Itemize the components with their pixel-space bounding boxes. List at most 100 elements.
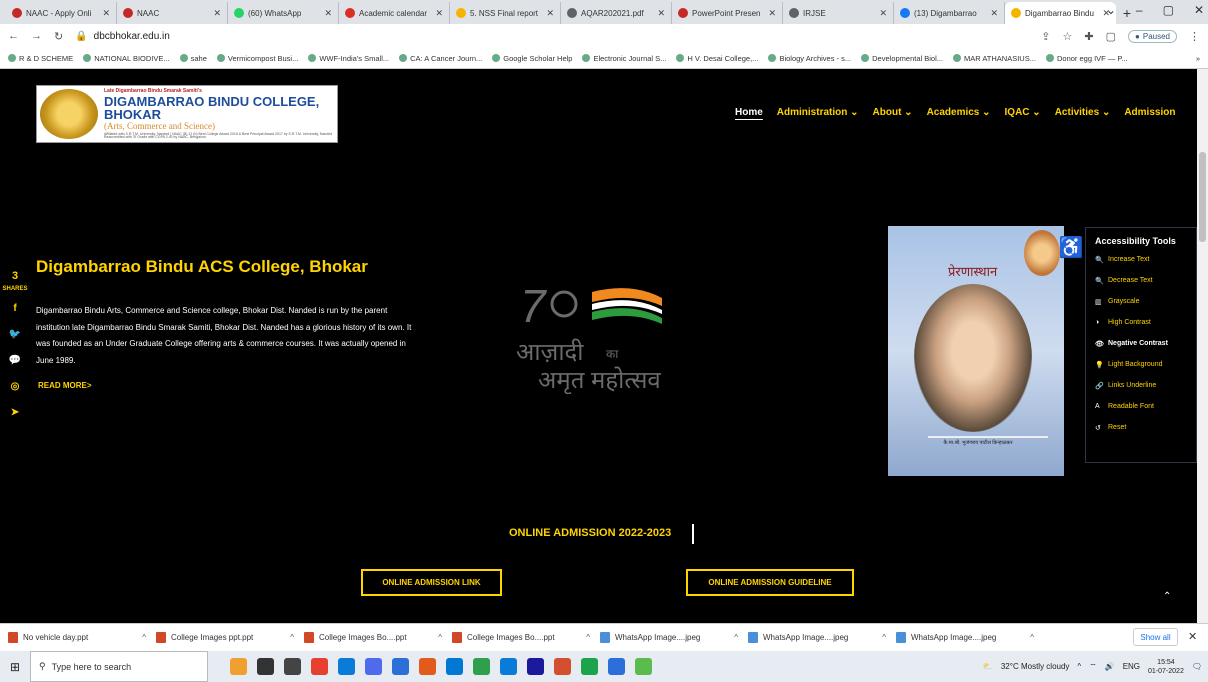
forward-icon[interactable]: →: [31, 30, 42, 42]
scroll-to-top-icon[interactable]: ⌃: [1163, 591, 1171, 602]
download-options-chevron-icon[interactable]: ^: [882, 633, 886, 642]
download-item[interactable]: College Images ppt.ppt ^: [156, 632, 304, 643]
taskbar-app-icon[interactable]: [257, 658, 274, 675]
download-options-chevron-icon[interactable]: ^: [1030, 633, 1034, 642]
download-item[interactable]: WhatsApp Image....jpeg ^: [896, 632, 1044, 643]
bookmark-item[interactable]: Donor egg IVF — P...: [1045, 54, 1128, 63]
menu-icon[interactable]: ⋮: [1189, 30, 1200, 43]
nav-item-about[interactable]: About ⌄: [873, 107, 913, 118]
windows-start-icon[interactable]: ⊞: [0, 651, 30, 682]
accessibility-option-high-contrast[interactable]: ◑ High Contrast: [1095, 319, 1196, 340]
tab-close-icon[interactable]: ✕: [102, 8, 110, 19]
messenger-icon[interactable]: 💬: [0, 347, 30, 373]
browser-tab[interactable]: NAAC ✕: [117, 2, 228, 24]
download-item[interactable]: No vehicle day.ppt ^: [8, 632, 156, 643]
nav-item-admission[interactable]: Admission: [1124, 107, 1175, 118]
taskbar-app-icon[interactable]: [284, 658, 301, 675]
clock[interactable]: 15:54 01-07-2022: [1148, 658, 1184, 676]
bookmark-item[interactable]: CA: A Cancer Journ...: [399, 54, 482, 63]
bookmarks-more-icon[interactable]: »: [1196, 54, 1200, 63]
bookmark-item[interactable]: Biology Archives - s...: [768, 54, 851, 63]
tray-chevron-icon[interactable]: ^: [1077, 662, 1081, 671]
browser-tab[interactable]: (13) Digambarrao ✕: [894, 2, 1005, 24]
tab-close-icon[interactable]: ✕: [657, 8, 665, 19]
download-options-chevron-icon[interactable]: ^: [142, 633, 146, 642]
download-options-chevron-icon[interactable]: ^: [290, 633, 294, 642]
nav-item-iqac[interactable]: IQAC ⌄: [1005, 107, 1041, 118]
taskbar-app-icon[interactable]: [230, 658, 247, 675]
scrollbar-thumb[interactable]: [1199, 152, 1206, 242]
taskbar-app-icon[interactable]: [338, 658, 355, 675]
bookmark-item[interactable]: H V. Desai College,...: [676, 54, 758, 63]
browser-tab[interactable]: NAAC - Apply Onli ✕: [6, 2, 117, 24]
tab-close-icon[interactable]: ✕: [879, 8, 887, 19]
extensions-icon[interactable]: ✚: [1084, 30, 1093, 43]
accessibility-option-negative-contrast[interactable]: 👁 Negative Contrast: [1095, 340, 1196, 361]
browser-tab[interactable]: AQAR202021.pdf ✕: [561, 2, 672, 24]
weather-text[interactable]: 32°C Mostly cloudy: [1001, 662, 1070, 671]
browser-tab[interactable]: Digambarrao Bindu ✕: [1005, 2, 1116, 24]
accessibility-icon[interactable]: ♿: [1057, 233, 1085, 261]
taskbar-app-icon[interactable]: [608, 658, 625, 675]
twitter-icon[interactable]: 🐦: [0, 321, 30, 347]
nav-item-home[interactable]: Home: [735, 107, 763, 118]
sidepanel-icon[interactable]: ▢: [1106, 30, 1116, 43]
close-downloads-icon[interactable]: ✕: [1188, 630, 1197, 643]
accessibility-option-reset[interactable]: ↺ Reset: [1095, 424, 1196, 445]
taskbar-app-icon[interactable]: [446, 658, 463, 675]
minimize-icon[interactable]: –: [1136, 3, 1143, 17]
tab-close-icon[interactable]: ✕: [990, 8, 998, 19]
accessibility-option-links-underline[interactable]: 🔗 Links Underline: [1095, 382, 1196, 403]
bookmark-star-icon[interactable]: ☆: [1063, 30, 1073, 43]
taskbar-app-icon[interactable]: [392, 658, 409, 675]
tab-close-icon[interactable]: ✕: [768, 8, 776, 19]
reload-icon[interactable]: ↻: [54, 30, 63, 43]
taskbar-app-icon[interactable]: [500, 658, 517, 675]
back-icon[interactable]: ←: [8, 30, 19, 42]
facebook-icon[interactable]: f: [0, 295, 30, 321]
download-options-chevron-icon[interactable]: ^: [734, 633, 738, 642]
url-field[interactable]: 🔒 dbcbhokar.edu.in: [75, 27, 1029, 45]
accessibility-option-light-background[interactable]: 💡 Light Background: [1095, 361, 1196, 382]
download-item[interactable]: WhatsApp Image....jpeg ^: [748, 632, 896, 643]
bookmark-item[interactable]: MAR ATHANASIUS...: [953, 54, 1036, 63]
nav-item-administration[interactable]: Administration ⌄: [777, 107, 859, 118]
browser-tab[interactable]: IRJSE ✕: [783, 2, 894, 24]
bookmark-item[interactable]: Developmental Biol...: [861, 54, 943, 63]
browser-tab[interactable]: PowerPoint Presen ✕: [672, 2, 783, 24]
tab-close-icon[interactable]: ✕: [435, 8, 443, 19]
volume-icon[interactable]: 🔊: [1105, 662, 1115, 671]
browser-tab[interactable]: 5. NSS Final report ✕: [450, 2, 561, 24]
whatsapp-icon[interactable]: ◎: [0, 373, 30, 399]
taskbar-search-field[interactable]: ⚲ Type here to search: [30, 651, 208, 682]
online-admission-link-button[interactable]: ONLINE ADMISSION LINK: [361, 569, 502, 596]
accessibility-option-increase-text[interactable]: 🔍 Increase Text: [1095, 256, 1196, 277]
download-options-chevron-icon[interactable]: ^: [586, 633, 590, 642]
bookmark-item[interactable]: sahe: [179, 54, 207, 63]
college-logo[interactable]: Late Digambarrao Bindu Smarak Samiti's D…: [36, 85, 338, 143]
taskbar-app-icon[interactable]: [473, 658, 490, 675]
notifications-icon[interactable]: 🗨: [1192, 662, 1202, 671]
download-item[interactable]: WhatsApp Image....jpeg ^: [600, 632, 748, 643]
tab-search-icon[interactable]: ⌄: [1106, 3, 1116, 17]
profile-button[interactable]: ● Paused: [1128, 29, 1177, 43]
taskbar-app-icon[interactable]: [635, 658, 652, 675]
telegram-icon[interactable]: ➤: [0, 399, 30, 425]
taskbar-app-icon[interactable]: [581, 658, 598, 675]
taskbar-app-icon[interactable]: [419, 658, 436, 675]
close-window-icon[interactable]: ✕: [1194, 3, 1204, 17]
tab-close-icon[interactable]: ✕: [546, 8, 554, 19]
show-all-downloads-button[interactable]: Show all: [1133, 628, 1178, 646]
tab-close-icon[interactable]: ✕: [213, 8, 221, 19]
online-admission-guideline-button[interactable]: ONLINE ADMISSION GUIDELINE: [686, 569, 854, 596]
read-more-link[interactable]: READ MORE>: [38, 381, 92, 390]
taskbar-app-icon[interactable]: [311, 658, 328, 675]
bookmark-item[interactable]: WWF-India's Small...: [308, 54, 389, 63]
bookmark-item[interactable]: R & D SCHEME: [8, 54, 73, 63]
share-icon[interactable]: ⇪: [1041, 30, 1050, 43]
browser-tab[interactable]: Academic calendar ✕: [339, 2, 450, 24]
maximize-icon[interactable]: ▢: [1163, 3, 1174, 17]
bookmark-item[interactable]: Google Scholar Help: [492, 54, 572, 63]
network-icon[interactable]: ⌔: [1089, 662, 1097, 672]
accessibility-option-readable-font[interactable]: A Readable Font: [1095, 403, 1196, 424]
